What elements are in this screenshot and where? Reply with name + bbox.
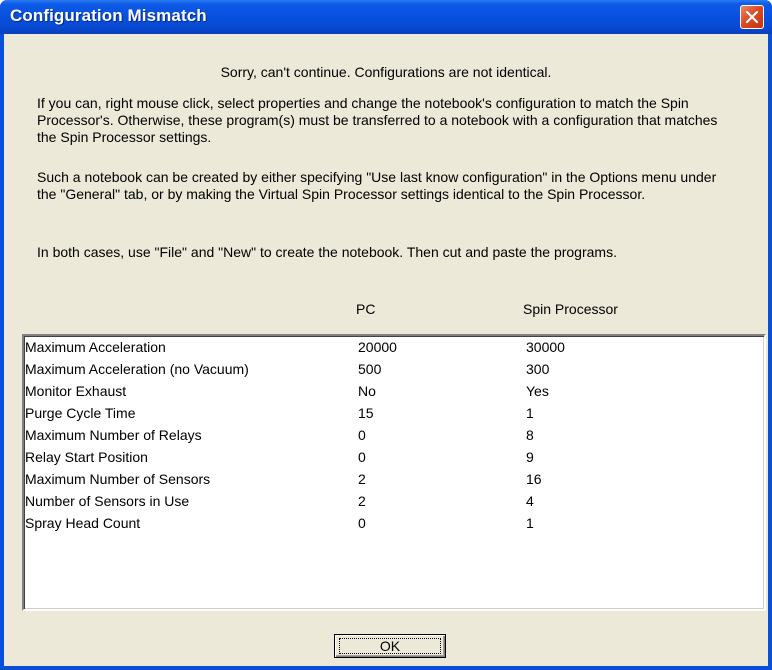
table-row: Purge Cycle Time 15 1 xyxy=(24,402,764,424)
spin-value: 8 xyxy=(526,427,534,443)
spin-value: 4 xyxy=(526,493,534,509)
title-bar[interactable]: Configuration Mismatch xyxy=(0,0,772,34)
pc-value: 20000 xyxy=(358,339,397,355)
spin-value: 1 xyxy=(526,515,534,531)
pc-value: 500 xyxy=(358,361,382,377)
setting-name: Maximum Number of Sensors xyxy=(25,471,211,487)
table-row: Monitor Exhaust No Yes xyxy=(24,380,764,402)
comparison-list[interactable]: Maximum Acceleration 20000 30000 Maximum… xyxy=(22,334,766,611)
pc-value: 2 xyxy=(358,471,366,487)
setting-name: Relay Start Position xyxy=(25,449,148,465)
column-header-pc: PC xyxy=(356,301,376,317)
table-row: Maximum Number of Sensors 2 16 xyxy=(24,468,764,490)
pc-value: 15 xyxy=(358,405,374,421)
table-row: Maximum Acceleration (no Vacuum) 500 300 xyxy=(24,358,764,380)
spin-value: 30000 xyxy=(526,339,565,355)
window-title: Configuration Mismatch xyxy=(10,6,207,25)
table-row: Relay Start Position 0 9 xyxy=(24,446,764,468)
message-paragraph-2: Such a notebook can be created by either… xyxy=(37,169,717,202)
pc-value: No xyxy=(358,383,376,399)
setting-name: Purge Cycle Time xyxy=(25,405,136,421)
message-paragraph-1: If you can, right mouse click, select pr… xyxy=(37,95,718,145)
table-row: Number of Sensors in Use 2 4 xyxy=(24,490,764,512)
ok-button[interactable]: OK xyxy=(334,634,446,658)
spin-value: 16 xyxy=(526,471,542,487)
table-row: Maximum Number of Relays 0 8 xyxy=(24,424,764,446)
spin-value: 9 xyxy=(526,449,534,465)
setting-name: Maximum Acceleration (no Vacuum) xyxy=(25,361,249,377)
headline-message: Sorry, can't continue. Configurations ar… xyxy=(220,64,552,80)
table-row: Maximum Acceleration 20000 30000 xyxy=(24,336,764,358)
close-button[interactable] xyxy=(740,5,764,29)
dialog-body: Sorry, can't continue. Configurations ar… xyxy=(4,34,768,666)
close-icon xyxy=(745,10,759,24)
pc-value: 0 xyxy=(358,449,366,465)
pc-value: 0 xyxy=(358,427,366,443)
setting-name: Number of Sensors in Use xyxy=(25,493,190,509)
message-paragraph-3: In both cases, use "File" and "New" to c… xyxy=(37,244,617,260)
spin-value: 300 xyxy=(526,361,550,377)
table-row: Spray Head Count 0 1 xyxy=(24,512,764,534)
column-header-spin-processor: Spin Processor xyxy=(523,301,618,317)
setting-name: Maximum Acceleration xyxy=(25,339,166,355)
dialog-window: Configuration Mismatch Sorry, can't cont… xyxy=(0,0,772,670)
setting-name: Spray Head Count xyxy=(25,515,141,531)
pc-value: 0 xyxy=(358,515,366,531)
spin-value: 1 xyxy=(526,405,534,421)
setting-name: Monitor Exhaust xyxy=(25,383,127,399)
spin-value: Yes xyxy=(526,383,549,399)
pc-value: 2 xyxy=(358,493,366,509)
setting-name: Maximum Number of Relays xyxy=(25,427,202,443)
